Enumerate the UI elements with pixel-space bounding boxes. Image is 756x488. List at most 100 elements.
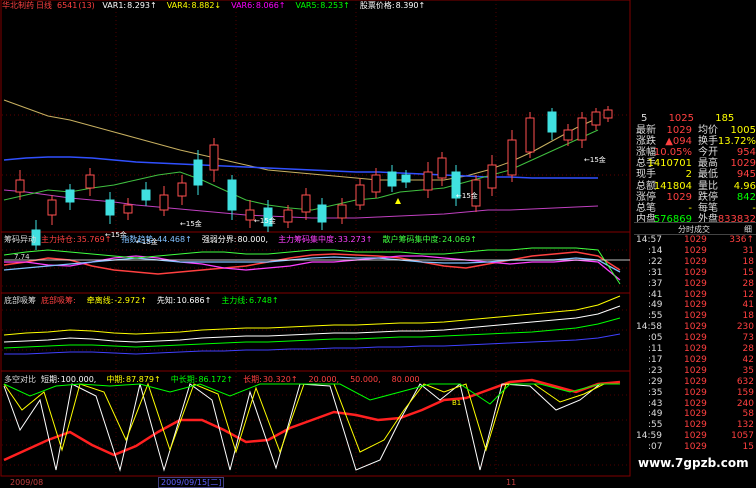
candle-body	[437, 157, 447, 179]
quote-label: 跌停	[698, 191, 718, 203]
p4-red-line	[3, 378, 621, 462]
tick-time: :55	[648, 420, 663, 431]
tick-price: 1029	[684, 431, 707, 442]
tick-price: 1029	[684, 256, 707, 267]
timeline-date-cursor[interactable]: 2009/09/15[二]	[158, 477, 225, 488]
legend-item: 80.000	[391, 375, 425, 384]
p4-white-line	[3, 383, 620, 472]
quote-value: 1029	[666, 191, 692, 203]
quote-value: 1005	[730, 125, 756, 136]
legend-item: VAR1:8.293↑	[102, 1, 161, 10]
ma-magenta-line	[3, 189, 599, 219]
tab-detail[interactable]: 细	[744, 224, 752, 235]
left-value-label: 7.74	[14, 253, 30, 261]
legend-item-label: 底部吸筹:	[41, 296, 76, 305]
tick-volume: 12	[742, 289, 754, 300]
legend-item-value: 20.000,	[308, 375, 340, 384]
tick-volume: 632	[736, 376, 754, 387]
tick-volume: 35	[742, 365, 754, 376]
quote-label: 最低	[698, 169, 718, 181]
legend-item: 20.000,	[308, 375, 345, 384]
candle-body	[355, 184, 365, 206]
tick-time: :49	[648, 409, 663, 420]
legend-item-label: 股票价格:	[359, 1, 395, 10]
quote-label: 最新	[636, 125, 656, 136]
tick-time: :11	[648, 344, 663, 354]
panel4-frame	[0, 370, 631, 477]
candle-body	[387, 171, 397, 187]
legend-item-value: 8.066↑	[255, 1, 286, 10]
candle-body	[123, 204, 133, 214]
candle-body	[337, 204, 347, 219]
quote-top-c: 185	[715, 113, 735, 124]
candle-body	[317, 204, 327, 223]
quote-value: 1029	[666, 125, 692, 136]
quote-top-b: 1025	[668, 113, 695, 124]
tick-time: :07	[648, 442, 663, 453]
tick-price: 1029	[684, 344, 707, 354]
tick-volume: 15	[742, 267, 754, 278]
tick-volume: 28	[742, 278, 754, 289]
legend-item: 中期:87.879↑	[106, 375, 165, 384]
candle-body	[563, 129, 573, 141]
param-label: (13)	[78, 1, 95, 10]
legend-item: VAR5:8.253↑	[296, 1, 355, 10]
tick-price: 1029	[684, 289, 707, 300]
legend-item: 50.000,	[349, 375, 386, 384]
legend-item-value: 8.390↑	[395, 1, 426, 10]
quote-value: ▲094	[665, 136, 692, 148]
tick-time: 14:58	[636, 322, 662, 333]
candle-body	[65, 189, 75, 203]
tick-time: :29	[648, 376, 663, 387]
tick-volume: 58	[742, 409, 754, 420]
p3-white-line	[3, 305, 621, 343]
tick-volume: 1057	[731, 431, 754, 442]
legend-item-value: 44.468↑	[157, 235, 192, 244]
tick-volume: 41	[742, 300, 754, 311]
tick-volume: 159	[736, 387, 754, 398]
legend-item: VAR6:8.066↑	[231, 1, 290, 10]
candle-body	[577, 117, 587, 141]
legend-item-value: 8.882↓	[191, 1, 222, 10]
stock-name: 华北制药	[2, 1, 34, 10]
tick-price: 1029	[684, 354, 707, 365]
legend-item-label: 主力线:	[221, 296, 249, 305]
p2-blue-line	[3, 256, 621, 273]
tick-volume: 18	[742, 311, 754, 322]
legend-item-label: 中长期:	[170, 375, 198, 384]
tick-time: :37	[648, 278, 663, 289]
quote-value: 842	[736, 191, 756, 203]
quote-label: 最高	[698, 158, 718, 170]
tick-volume: 132	[736, 420, 754, 431]
quote-value: 954	[736, 147, 756, 159]
legend-item: 指数趋势:44.468↑	[121, 235, 196, 244]
tick-volume: 28	[742, 344, 754, 354]
tick-price: 1029	[684, 278, 707, 289]
quote-value: 1410701	[647, 158, 692, 170]
tick-time: :17	[648, 354, 663, 365]
quote-value: 13.72%	[717, 136, 756, 148]
panel3-title: 底部吸筹	[4, 296, 36, 305]
tab-trades[interactable]: 分时成交	[678, 224, 710, 235]
legend-item-value: 24.069↑	[442, 235, 477, 244]
candle-body	[177, 182, 187, 197]
quote-label: 换手	[698, 136, 718, 148]
tick-time: :22	[648, 256, 663, 267]
legend-item-value: 80.000,	[237, 235, 269, 244]
tick-volume: 230	[736, 322, 754, 333]
legend-item-value: 10.686↑	[176, 296, 212, 305]
legend-item-label: 强弱分界:	[201, 235, 237, 244]
tick-volume: 42	[742, 354, 754, 365]
legend-item-value: 8.293↑	[127, 1, 157, 10]
candle-body	[209, 144, 219, 171]
gold-signal-label: ←15金	[180, 219, 202, 228]
quote-top-row: 5 1025 185	[641, 113, 734, 124]
legend-item-label: 长期:	[243, 375, 262, 384]
timeline-right: 11	[506, 478, 517, 487]
tick-price: 1029	[684, 387, 707, 398]
panel3-legend: 底部吸筹 底部吸筹: 牵离线:-2.972↑ 先知:10.686↑ 主力线:6.748↑	[4, 296, 294, 306]
quote-value: -	[688, 202, 692, 214]
tick-price: 1029	[684, 409, 707, 420]
candle-body	[487, 164, 497, 189]
candle-body	[371, 174, 381, 193]
